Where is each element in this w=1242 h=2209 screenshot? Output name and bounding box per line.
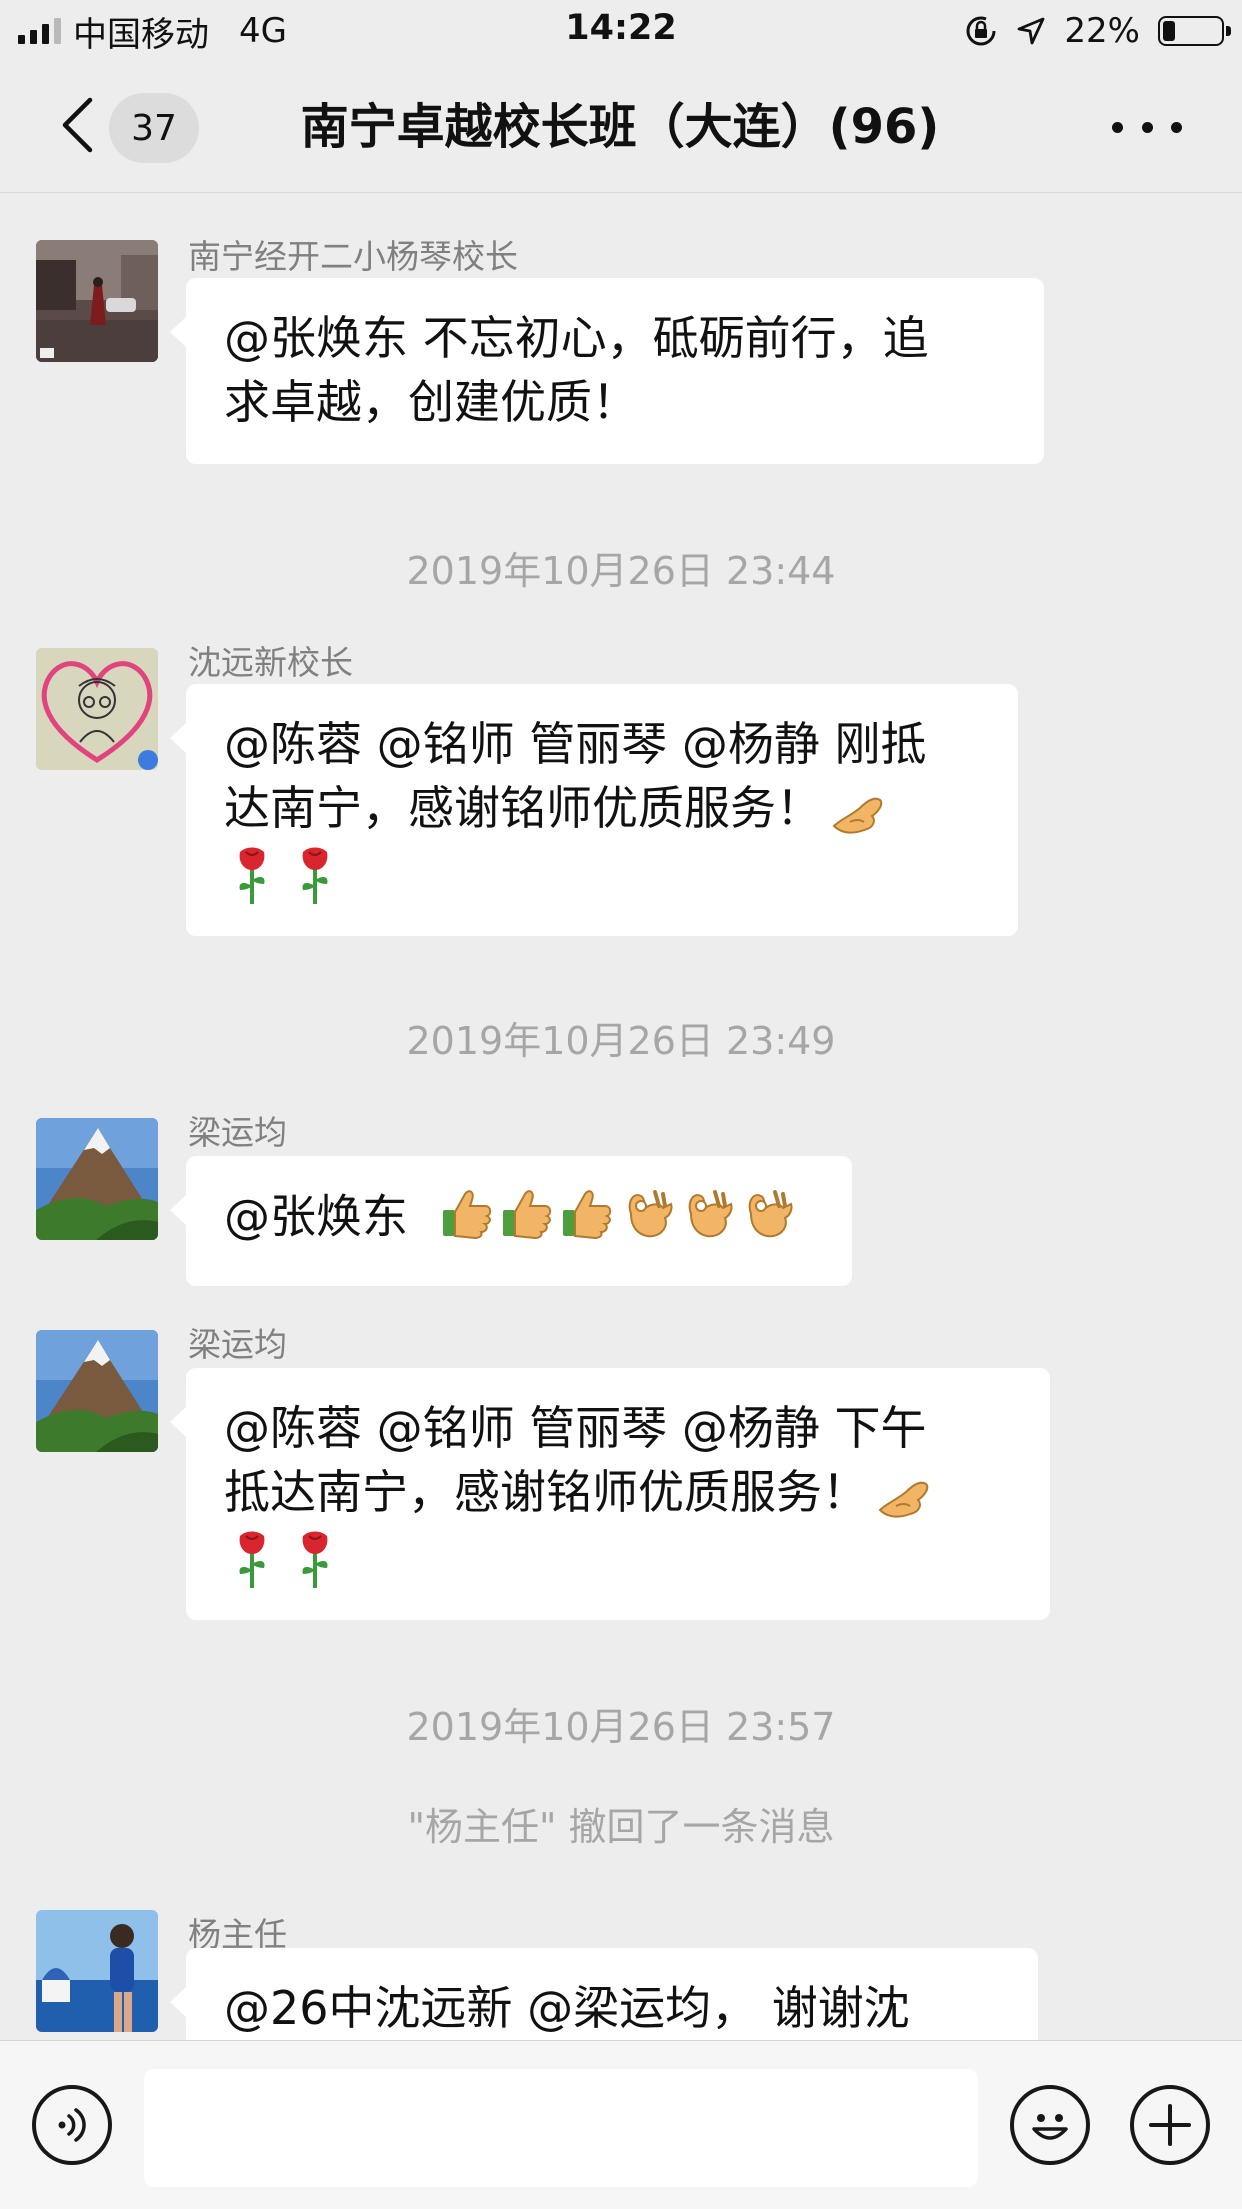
message-bubble[interactable]: @张焕东 不忘初心，砥砺前行，追 求卓越，创建优质！: [170, 278, 1044, 464]
ok-sign-emoji: [619, 1184, 675, 1256]
battery-percent: 22%: [1064, 11, 1140, 51]
chat-header: 37 南宁卓越校长班（大连）(96): [0, 62, 1242, 193]
input-bar: [0, 2040, 1242, 2209]
message-text-line: 达南宁，感谢铭师优质服务！: [224, 776, 980, 840]
message-emoji-line: [224, 840, 980, 906]
more-icon-dot: [1141, 121, 1153, 133]
thumbs-up-emoji: [499, 1184, 555, 1256]
avatar-mountain: [36, 1118, 158, 1240]
back-chevron-icon: [62, 97, 93, 153]
battery-fill: [1163, 21, 1175, 41]
sender-name: 沈远新校长: [188, 643, 353, 682]
message-bubble[interactable]: @陈蓉 @铭师 管丽琴 @杨静 刚抵 达南宁，感谢铭师优质服务！: [170, 684, 1018, 936]
message-text-line: @陈蓉 @铭师 管丽琴 @杨静 下午: [224, 1401, 927, 1455]
status-right: 22%: [964, 8, 1231, 54]
more-button[interactable]: [1112, 112, 1182, 142]
ok-hand-emoji: [878, 1481, 929, 1518]
message-text: 抵达南宁，感谢铭师优质服务！: [224, 1465, 868, 1519]
avatar[interactable]: [36, 240, 158, 362]
unread-count-badge[interactable]: 37: [109, 93, 199, 163]
message-text: @张焕东: [224, 1189, 408, 1244]
message-text-line: 求卓越，创建优质！: [224, 375, 638, 429]
message-item: 杨主任 @26中沈远新 @梁运均， 谢谢沈: [0, 1910, 1242, 2040]
more-icon-dot: [1171, 121, 1182, 133]
ok-hand-emoji: [832, 797, 883, 834]
time-separator: 2019年10月26日 23:49: [406, 1019, 836, 1063]
rose-emoji: [239, 847, 265, 904]
more-functions-button[interactable]: [1130, 2085, 1210, 2165]
avatar-woman-santorini: [36, 1910, 158, 2032]
avatar-sketch-heart: [36, 648, 158, 770]
message-text-line: @26中沈远新 @梁运均， 谢谢沈: [224, 1981, 910, 2035]
rose-emoji: [239, 1531, 265, 1588]
sender-name: 梁运均: [188, 1113, 287, 1152]
sender-name: 南宁经开二小杨琴校长: [188, 237, 518, 276]
message-emoji-line: [224, 1524, 1012, 1590]
message-text: 达南宁，感谢铭师优质服务！: [224, 781, 822, 835]
avatar[interactable]: [36, 1910, 158, 2032]
rose-emoji: [302, 1531, 328, 1588]
plus-icon: [1149, 2104, 1191, 2146]
emoji-face-icon: [1032, 2114, 1068, 2140]
ok-sign-emoji: [679, 1184, 735, 1256]
avatar[interactable]: [36, 1118, 158, 1240]
sender-name: 梁运均: [188, 1325, 287, 1364]
emoji-button[interactable]: [1010, 2085, 1090, 2165]
message-bubble[interactable]: @26中沈远新 @梁运均， 谢谢沈: [170, 1948, 1038, 2040]
voice-button[interactable]: [32, 2085, 112, 2165]
thumbs-up-emoji: [559, 1184, 615, 1256]
thumbs-up-emoji: [439, 1184, 495, 1256]
ok-sign-emoji: [739, 1184, 795, 1256]
chat-title: 南宁卓越校长班（大连）(96): [300, 99, 940, 155]
status-bar: 中国移动 4G 14:22 22%: [0, 0, 1242, 62]
time-separator: 2019年10月26日 23:44: [406, 549, 836, 593]
avatar-mountain: [36, 1330, 158, 1452]
back-button[interactable]: [52, 90, 102, 160]
message-text-line: @张焕东 不忘初心，砥砺前行，追: [224, 311, 929, 365]
rose-emoji: [302, 847, 328, 904]
avatar-street-photo: [36, 240, 158, 362]
message-input[interactable]: [144, 2069, 978, 2187]
message-text-line: 抵达南宁，感谢铭师优质服务！: [224, 1460, 1012, 1524]
location-arrow-icon: [1018, 17, 1045, 45]
voice-icon: [58, 2108, 86, 2142]
rotation-lock-icon: [966, 16, 996, 46]
battery-icon: [1158, 16, 1231, 46]
more-icon: [1112, 121, 1123, 133]
time-separator: 2019年10月26日 23:57: [406, 1705, 836, 1749]
avatar[interactable]: [36, 1330, 158, 1452]
recall-notice: "杨主任" 撤回了一条消息: [407, 1805, 835, 1849]
message-bubble[interactable]: @陈蓉 @铭师 管丽琴 @杨静 下午 抵达南宁，感谢铭师优质服务！: [170, 1368, 1050, 1620]
message-bubble[interactable]: @张焕东: [170, 1156, 852, 1286]
message-text-line: @张焕东: [224, 1184, 814, 1256]
message-text-line: @陈蓉 @铭师 管丽琴 @杨静 刚抵: [224, 717, 927, 771]
avatar[interactable]: [36, 648, 158, 770]
